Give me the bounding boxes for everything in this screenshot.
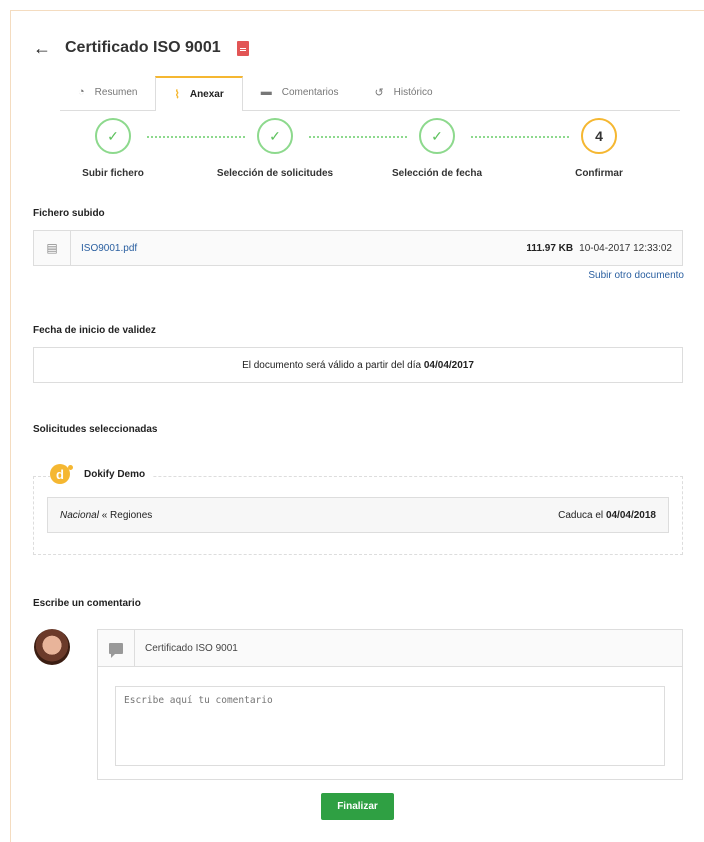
tab-resumen[interactable]: ◔ Resumen [60,76,155,108]
step-label: Selección de solicitudes [216,168,334,179]
step-label: Subir fichero [82,168,144,179]
uploaded-file-heading: Fichero subido [33,208,105,219]
request-region: Regiones [110,509,153,521]
comment-icon-cell [98,630,135,666]
request-row: Nacional « Regiones Caduca el 04/04/2018 [47,497,669,533]
history-icon: ↺ [374,86,384,99]
tab-comentarios[interactable]: ▬ Comentarios [243,76,357,108]
page-header: ← Certificado ISO 9001 [33,36,249,60]
tab-label: Comentarios [281,86,339,98]
file-gear-icon: ▤ [34,231,71,265]
request-scope: Nacional [60,509,99,521]
tab-anexar[interactable]: ⌇ Anexar [155,76,243,111]
step-upload: ✓ Subir fichero [33,118,193,179]
expiry-date: 04/04/2018 [605,509,656,521]
company-header: d Dokify Demo [50,464,154,484]
company-name: Dokify Demo [84,468,146,480]
avatar [34,629,70,665]
tab-bar: ◔ Resumen ⌇ Anexar ▬ Comentarios ↺ Histó… [60,76,680,111]
validity-date: 04/04/2017 [423,359,474,371]
upload-other-link[interactable]: Subir otro documento [588,270,684,281]
step-label: Confirmar [575,168,623,179]
checkmark-icon: ✓ [419,118,455,154]
tab-label: Anexar [189,89,224,100]
pdf-file-icon [236,40,249,56]
request-separator: « [101,509,108,521]
comment-icon: ▬ [260,86,272,98]
back-arrow-icon[interactable]: ← [33,39,51,57]
checkmark-icon: ✓ [95,118,131,154]
comment-heading: Escribe un comentario [33,598,141,609]
dashboard-icon: ◔ [78,86,85,98]
tab-label: Histórico [393,86,433,98]
comment-header: Certificado ISO 9001 [98,630,682,667]
comment-textarea[interactable] [115,686,665,766]
requests-heading: Solicitudes seleccionadas [33,424,158,435]
validity-box: El documento será válido a partir del dí… [33,347,683,383]
step-label: Selección de fecha [391,168,483,179]
checkmark-icon: ✓ [257,118,293,154]
step-number: 4 [581,118,617,154]
step-select-date: ✓ Selección de fecha [357,118,517,179]
company-logo: d [50,464,73,484]
file-date: 10-04-2017 12:33:02 [579,242,672,254]
step-select-requests: ✓ Selección de solicitudes [195,118,355,179]
tab-historico[interactable]: ↺ Histórico [356,76,450,108]
file-name-link[interactable]: ISO9001.pdf [81,243,137,254]
finish-button[interactable]: Finalizar [321,793,394,820]
comment-panel: Certificado ISO 9001 [97,629,683,780]
expiry-label: Caduca el [558,509,604,521]
validity-heading: Fecha de inicio de validez [33,325,156,336]
request-expiry: Caduca el 04/04/2018 [558,510,656,521]
validity-text: El documento será válido a partir del dí… [242,359,422,371]
progress-stepper: ✓ Subir fichero ✓ Selección de solicitud… [33,118,683,188]
comment-title: Certificado ISO 9001 [145,642,238,654]
tab-label: Resumen [94,86,138,98]
file-size: 111.97 KB [526,242,574,254]
paperclip-icon: ⌇ [174,89,180,101]
comment-icon [109,642,123,658]
page-title: Certificado ISO 9001 [65,39,221,56]
step-confirm: 4 Confirmar [519,118,679,179]
uploaded-file-row: ▤ ISO9001.pdf 111.97 KB 10-04-2017 12:33… [33,230,683,266]
